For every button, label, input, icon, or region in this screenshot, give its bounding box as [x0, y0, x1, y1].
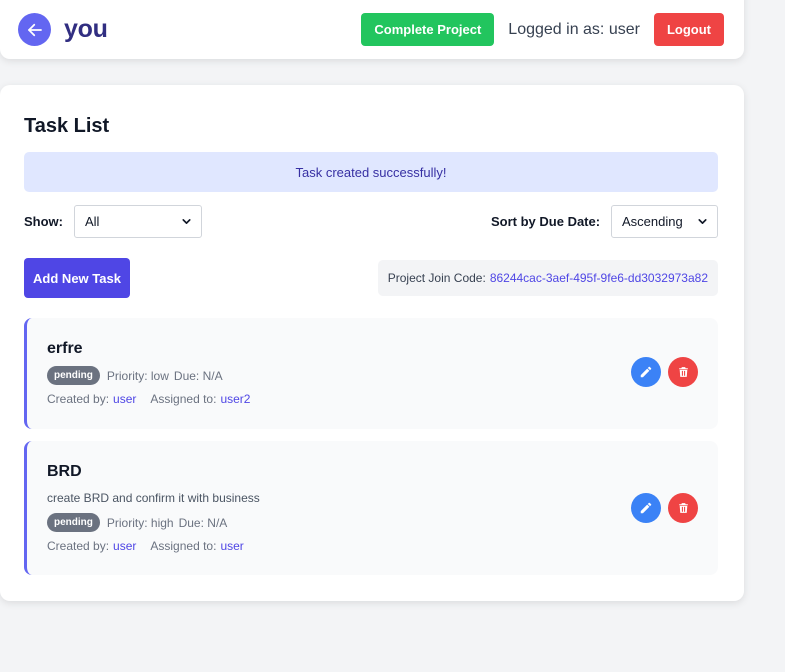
complete-project-button[interactable]: Complete Project — [361, 13, 495, 46]
task-description: create BRD and confirm it with business — [47, 491, 260, 505]
add-task-button[interactable]: Add New Task — [24, 258, 130, 298]
task-priority: Priority: high — [106, 515, 174, 530]
trash-icon — [678, 367, 688, 377]
arrow-left-icon — [27, 23, 42, 36]
task-due: Due: N/A — [173, 368, 223, 383]
created-by-user[interactable]: user — [113, 539, 136, 553]
created-by-label: Created by: — [47, 392, 110, 406]
top-header: you Complete Project Logged in as: user … — [0, 0, 744, 59]
task-item: BRD create BRD and confirm it with busin… — [24, 441, 718, 575]
edit-task-button[interactable] — [631, 357, 661, 387]
task-meta: pending Priority: high Due: N/A — [47, 513, 227, 532]
delete-task-button[interactable] — [668, 493, 698, 523]
sort-label: Sort by Due Date: — [491, 214, 601, 229]
delete-task-button[interactable] — [668, 357, 698, 387]
trash-icon — [678, 503, 688, 513]
task-priority: Priority: low — [106, 368, 169, 383]
join-code-label: Project Join Code: — [387, 271, 486, 285]
task-title: BRD — [47, 463, 82, 480]
task-meta: pending Priority: low Due: N/A — [47, 366, 223, 385]
assigned-to-label: Assigned to: — [150, 539, 217, 553]
task-people: Created by: user Assigned to: user — [47, 539, 244, 553]
assigned-to-user[interactable]: user — [220, 539, 243, 553]
action-row: Add New Task Project Join Code: 86244cac… — [24, 258, 718, 298]
task-people: Created by: user Assigned to: user2 — [47, 392, 250, 406]
edit-task-button[interactable] — [631, 493, 661, 523]
sort-value: Ascending — [622, 214, 683, 229]
success-banner: Task created successfully! — [24, 152, 718, 192]
back-button[interactable] — [18, 13, 51, 46]
task-list-card: Task List Task created successfully! Sho… — [0, 85, 744, 601]
join-code-value[interactable]: 86244cac-3aef-495f-9fe6-dd3032973a82 — [490, 271, 708, 285]
logged-in-text: Logged in as: user — [508, 20, 640, 38]
chevron-down-icon — [698, 219, 707, 224]
show-filter-label: Show: — [24, 214, 63, 229]
show-filter-select[interactable]: All — [74, 205, 202, 238]
logout-button[interactable]: Logout — [653, 13, 724, 46]
task-due: Due: N/A — [178, 515, 228, 530]
created-by-user[interactable]: user — [113, 392, 136, 406]
task-item: erfre pending Priority: low Due: N/A Cre… — [24, 318, 718, 429]
task-title: erfre — [47, 340, 83, 357]
show-filter-value: All — [85, 214, 100, 229]
pencil-icon — [640, 366, 652, 378]
assigned-to-user[interactable]: user2 — [220, 392, 250, 406]
chevron-down-icon — [182, 219, 191, 224]
project-name: you — [64, 15, 108, 43]
sort-select[interactable]: Ascending — [611, 205, 718, 238]
status-badge: pending — [47, 366, 100, 385]
pencil-icon — [640, 502, 652, 514]
created-by-label: Created by: — [47, 539, 110, 553]
join-code-box: Project Join Code: 86244cac-3aef-495f-9f… — [377, 260, 718, 296]
page-title: Task List — [24, 115, 110, 137]
assigned-to-label: Assigned to: — [150, 392, 217, 406]
status-badge: pending — [47, 513, 100, 532]
filter-row: Show: All Sort by Due Date: Ascending — [24, 205, 718, 238]
